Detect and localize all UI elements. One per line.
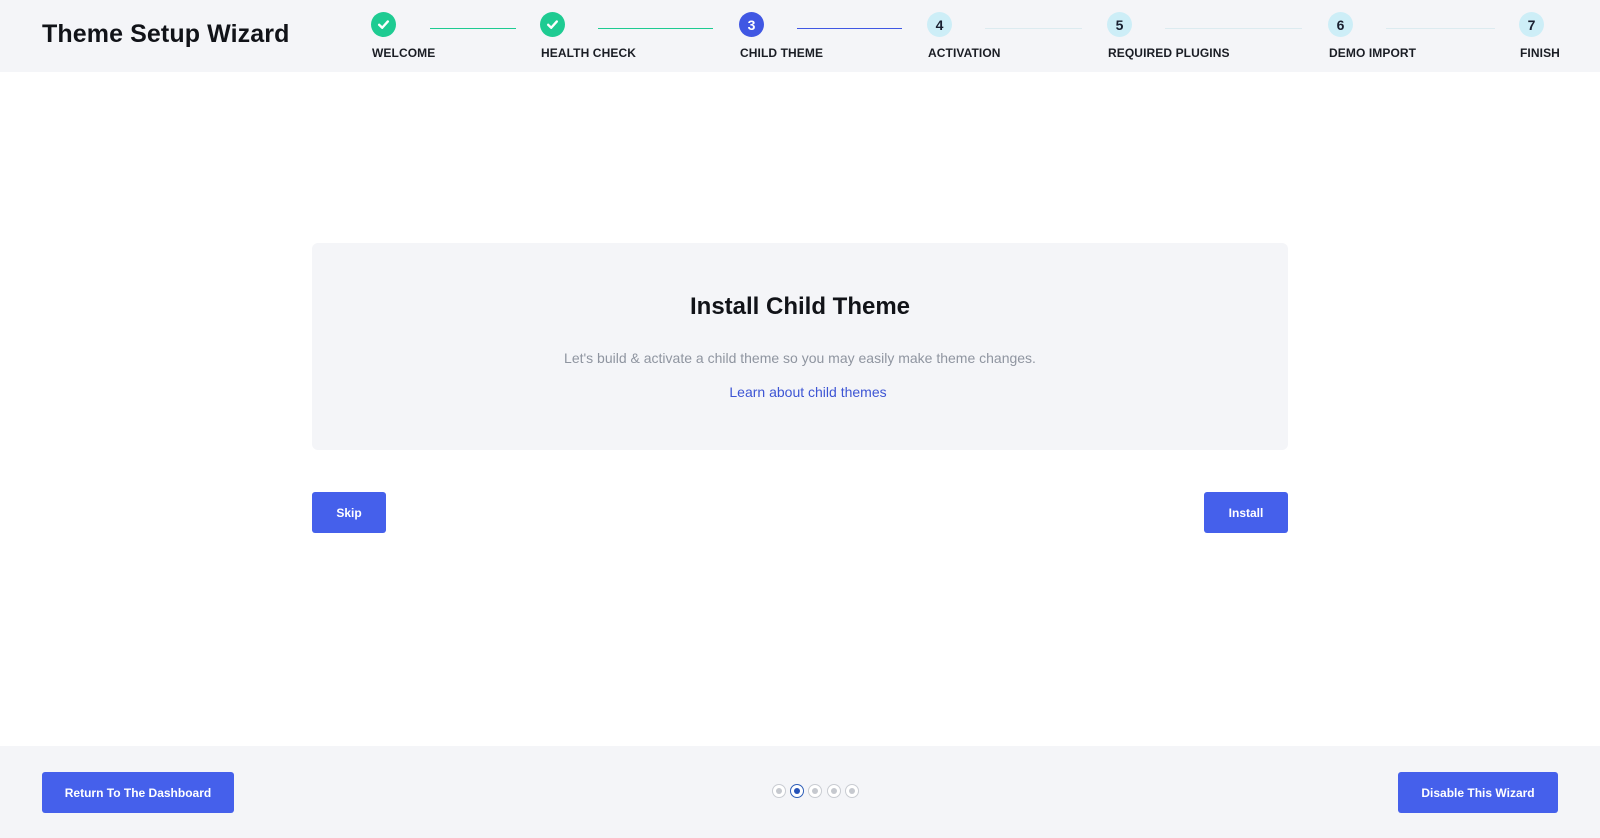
- step-label: FINISH: [1520, 46, 1560, 60]
- card-description: Let's build & activate a child theme so …: [564, 350, 1036, 366]
- wizard-footer: Return To The Dashboard Disable This Wiz…: [0, 746, 1600, 838]
- disable-wizard-button[interactable]: Disable This Wizard: [1398, 772, 1558, 813]
- pager-dot-current[interactable]: [790, 784, 804, 798]
- pager-dot[interactable]: [845, 784, 859, 798]
- step-label: REQUIRED PLUGINS: [1108, 46, 1230, 60]
- page-title: Theme Setup Wizard: [42, 20, 290, 48]
- step-label: CHILD THEME: [740, 46, 824, 60]
- learn-child-themes-link[interactable]: Learn about child themes: [712, 384, 904, 400]
- step-label: ACTIVATION: [928, 46, 1001, 60]
- wizard-header: Theme Setup Wizard WELCOME HEALTH CHECK …: [0, 0, 1600, 72]
- step-number: 7: [1519, 12, 1544, 37]
- step-circle: [371, 12, 396, 37]
- step-number: 4: [927, 12, 952, 37]
- step-label: DEMO IMPORT: [1329, 46, 1417, 60]
- skip-button[interactable]: Skip: [312, 492, 386, 533]
- step-connector: [985, 28, 1082, 29]
- install-button[interactable]: Install: [1204, 492, 1288, 533]
- step-number: 3: [739, 12, 764, 37]
- step-number: 6: [1328, 12, 1353, 37]
- step-number: 5: [1107, 12, 1132, 37]
- check-icon: [377, 20, 390, 29]
- return-dashboard-button[interactable]: Return To The Dashboard: [42, 772, 234, 813]
- card-title: Install Child Theme: [689, 293, 911, 320]
- step-connector: [430, 28, 516, 29]
- step-connector: [797, 28, 902, 29]
- step-connector: [1165, 28, 1302, 29]
- step-connector: [598, 28, 713, 29]
- check-icon: [546, 20, 559, 29]
- step-label: HEALTH CHECK: [541, 46, 636, 60]
- step-connector: [1386, 28, 1495, 29]
- pager-dot[interactable]: [772, 784, 786, 798]
- pager-dot[interactable]: [827, 784, 841, 798]
- pager-dot[interactable]: [808, 784, 822, 798]
- install-child-theme-card: Install Child Theme Let's build & activa…: [312, 243, 1288, 450]
- step-circle: [540, 12, 565, 37]
- step-label: WELCOME: [372, 46, 436, 60]
